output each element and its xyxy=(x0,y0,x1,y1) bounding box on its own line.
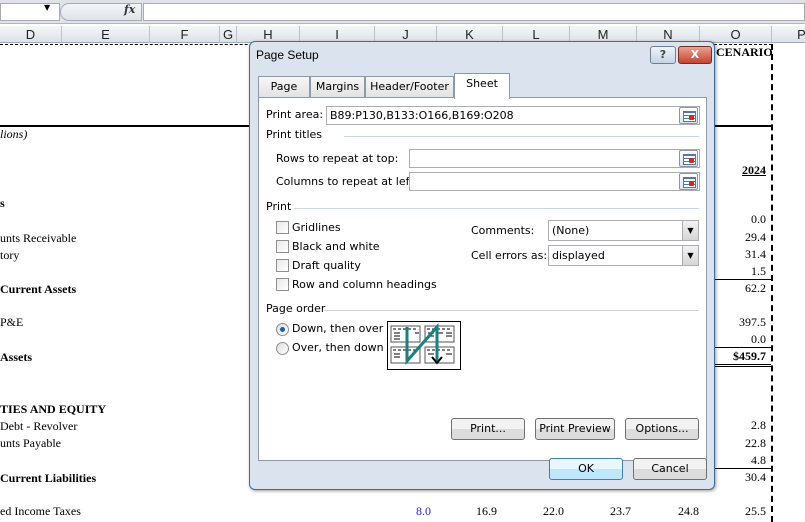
units-label: lions) xyxy=(0,127,28,141)
row-label: unts Payable xyxy=(0,436,61,450)
row-value: 25.5 xyxy=(745,504,766,518)
print-titles-heading: Print titles xyxy=(266,128,323,141)
black-and-white-checkbox[interactable] xyxy=(276,240,289,253)
down-then-over-label: Down, then over xyxy=(292,322,384,335)
column-header-e[interactable]: E xyxy=(62,26,150,43)
page-order-preview-icon xyxy=(387,321,461,370)
cell-errors-label: Cell errors as: xyxy=(471,249,548,262)
row-label: Current Assets xyxy=(0,282,77,296)
row-label: ed Income Taxes xyxy=(0,504,81,518)
divider xyxy=(344,136,699,137)
column-header-f[interactable]: F xyxy=(150,26,220,43)
range-picker-icon[interactable] xyxy=(679,150,698,167)
cols-repeat-label: Columns to repeat at left: xyxy=(276,175,418,188)
print-area-label: Print area: xyxy=(266,108,324,121)
scenario-header: CENARIO xyxy=(716,45,773,59)
cell-errors-select[interactable]: displayed ▼ xyxy=(548,245,699,266)
page-setup-dialog: Page Setup ? X Page Margins Header/Foote… xyxy=(249,41,715,490)
chevron-down-icon[interactable]: ▼ xyxy=(682,246,698,265)
formula-bar: ▼ fx xyxy=(0,0,805,24)
down-then-over-radio[interactable] xyxy=(276,323,289,336)
comments-value: (None) xyxy=(552,224,590,237)
cols-repeat-input[interactable] xyxy=(409,172,700,191)
dialog-title: Page Setup xyxy=(256,48,319,62)
row-value: 16.9 xyxy=(476,504,497,518)
print-preview-button[interactable]: Print Preview xyxy=(535,418,615,440)
page-break-line xyxy=(771,44,773,522)
divider xyxy=(324,310,699,311)
comments-label: Comments: xyxy=(471,224,535,237)
over-then-down-label: Over, then down xyxy=(292,341,384,354)
over-then-down-radio[interactable] xyxy=(276,342,289,355)
cell-errors-value: displayed xyxy=(552,249,605,262)
column-header-p[interactable]: P xyxy=(772,26,805,43)
draft-quality-checkbox[interactable] xyxy=(276,259,289,272)
close-button[interactable]: X xyxy=(678,46,712,64)
insert-function-icon[interactable]: fx xyxy=(124,3,135,16)
comments-select[interactable]: (None) ▼ xyxy=(548,220,699,241)
tab-sheet[interactable]: Sheet xyxy=(454,73,510,99)
row-value: 24.8 xyxy=(678,504,699,518)
chevron-down-icon[interactable]: ▼ xyxy=(682,221,698,240)
draft-quality-label: Draft quality xyxy=(292,259,361,272)
print-area-input[interactable]: B89:P130,B133:O166,B169:O208 xyxy=(326,106,700,125)
row-column-headings-label: Row and column headings xyxy=(292,278,437,291)
print-heading: Print xyxy=(266,200,292,213)
tab-header-footer[interactable]: Header/Footer xyxy=(365,76,454,98)
row-label: P&E xyxy=(0,315,24,329)
row-label: Debt - Revolver xyxy=(0,419,78,433)
row-column-headings-checkbox[interactable] xyxy=(276,278,289,291)
help-button[interactable]: ? xyxy=(650,46,676,64)
print-button[interactable]: Print... xyxy=(451,418,525,440)
row-label: tory xyxy=(0,248,20,262)
range-picker-icon[interactable] xyxy=(679,107,698,124)
column-header-g[interactable]: G xyxy=(220,26,237,43)
sheet-tab-panel: Print area: B89:P130,B133:O166,B169:O208… xyxy=(258,97,707,461)
row-label: Assets xyxy=(0,350,32,364)
row-value: 8.0 xyxy=(416,504,431,518)
divider xyxy=(294,208,699,209)
page-order-heading: Page order xyxy=(266,302,326,315)
name-box[interactable] xyxy=(0,3,60,21)
gridlines-label: Gridlines xyxy=(292,221,341,234)
column-header-d[interactable]: D xyxy=(0,26,62,43)
row-label: s xyxy=(0,196,5,210)
rows-repeat-label: Rows to repeat at top: xyxy=(276,152,399,165)
row-value: 22.0 xyxy=(543,504,564,518)
cancel-button[interactable]: Cancel xyxy=(633,458,707,480)
chevron-down-icon[interactable]: ▼ xyxy=(44,3,50,12)
row-label: Current Liabilities xyxy=(0,471,97,485)
black-and-white-label: Black and white xyxy=(292,240,380,253)
tab-margins[interactable]: Margins xyxy=(310,76,365,98)
range-picker-icon[interactable] xyxy=(679,173,698,190)
row-value: 23.7 xyxy=(610,504,631,518)
tab-page[interactable]: Page xyxy=(258,76,310,98)
row-label: TIES AND EQUITY xyxy=(0,402,107,416)
formula-input[interactable] xyxy=(143,3,805,21)
gridlines-checkbox[interactable] xyxy=(276,221,289,234)
row-label: unts Receivable xyxy=(0,231,77,245)
ok-button[interactable]: OK xyxy=(549,458,623,480)
options-button[interactable]: Options... xyxy=(625,418,699,440)
rows-repeat-input[interactable] xyxy=(409,149,700,168)
